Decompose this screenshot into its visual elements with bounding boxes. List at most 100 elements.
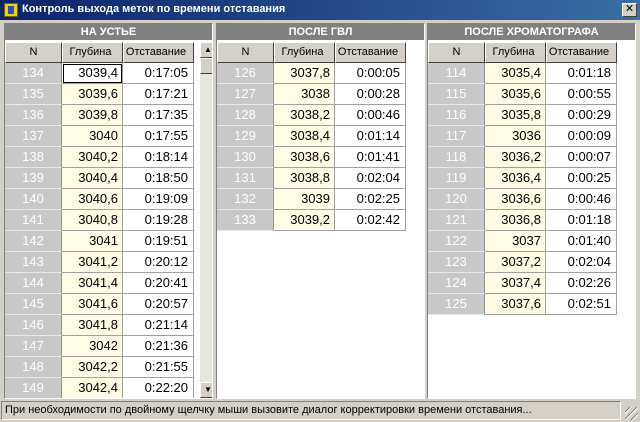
row-number[interactable]: 141 [5, 210, 62, 231]
row-number[interactable]: 114 [428, 63, 485, 84]
depth-cell[interactable]: 3041,8 [62, 315, 123, 336]
table-row[interactable]: 145 3041,6 0:20:57 [5, 294, 194, 315]
depth-cell[interactable]: 3037,8 [274, 63, 335, 84]
row-number[interactable]: 145 [5, 294, 62, 315]
lag-cell[interactable]: 0:00:05 [335, 63, 406, 84]
table-row[interactable]: 138 3040,2 0:18:14 [5, 147, 194, 168]
row-number[interactable]: 140 [5, 189, 62, 210]
table-row[interactable]: 114 3035,4 0:01:18 [428, 63, 617, 84]
scroll-down-arrow-icon[interactable]: ▼ [200, 382, 212, 398]
depth-cell[interactable]: 3041,4 [62, 273, 123, 294]
column-header-lag[interactable]: Отставание [123, 42, 194, 63]
table-row[interactable]: 125 3037,6 0:02:51 [428, 294, 617, 315]
depth-cell[interactable]: 3036,6 [485, 189, 546, 210]
lag-cell[interactable]: 0:19:28 [123, 210, 194, 231]
depth-cell[interactable]: 3039,8 [62, 105, 123, 126]
table-row[interactable]: 123 3037,2 0:02:04 [428, 252, 617, 273]
row-number[interactable]: 131 [217, 168, 274, 189]
column-header-lag[interactable]: Отставание [546, 42, 617, 63]
table-row[interactable]: 140 3040,6 0:19:09 [5, 189, 194, 210]
lag-cell[interactable]: 0:20:41 [123, 273, 194, 294]
depth-cell[interactable]: 3036 [485, 126, 546, 147]
depth-cell[interactable]: 3037,4 [485, 273, 546, 294]
row-number[interactable]: 147 [5, 336, 62, 357]
lag-cell[interactable]: 0:02:04 [546, 252, 617, 273]
lag-cell[interactable]: 0:01:40 [546, 231, 617, 252]
table-row[interactable]: 116 3035,8 0:00:29 [428, 105, 617, 126]
vertical-scrollbar[interactable]: ▲ ▼ [200, 42, 212, 398]
depth-cell[interactable]: 3038,2 [274, 105, 335, 126]
depth-cell[interactable]: 3038,8 [274, 168, 335, 189]
table-row[interactable]: 129 3038,4 0:01:14 [217, 126, 406, 147]
lag-cell[interactable]: 0:00:46 [335, 105, 406, 126]
scroll-up-arrow-icon[interactable]: ▲ [200, 42, 212, 58]
row-number[interactable]: 142 [5, 231, 62, 252]
row-number[interactable]: 126 [217, 63, 274, 84]
table-row[interactable]: 136 3039,8 0:17:35 [5, 105, 194, 126]
depth-cell[interactable]: 3035,8 [485, 105, 546, 126]
table-row[interactable]: 137 3040 0:17:55 [5, 126, 194, 147]
lag-cell[interactable]: 0:00:55 [546, 84, 617, 105]
depth-cell[interactable]: 3039,4 [62, 63, 123, 84]
row-number[interactable]: 130 [217, 147, 274, 168]
lag-cell[interactable]: 0:02:25 [335, 189, 406, 210]
close-button[interactable]: ✕ [622, 3, 637, 17]
row-number[interactable]: 116 [428, 105, 485, 126]
lag-cell[interactable]: 0:02:42 [335, 210, 406, 231]
table-row[interactable]: 135 3039,6 0:17:21 [5, 84, 194, 105]
depth-cell[interactable]: 3041 [62, 231, 123, 252]
column-header-depth[interactable]: Глубина [485, 42, 546, 63]
row-number[interactable]: 125 [428, 294, 485, 315]
resize-grip-icon[interactable] [625, 407, 638, 420]
lag-cell[interactable]: 0:19:51 [123, 231, 194, 252]
table-row[interactable]: 126 3037,8 0:00:05 [217, 63, 406, 84]
table-row[interactable]: 149 3042,4 0:22:20 [5, 378, 194, 398]
row-number[interactable]: 119 [428, 168, 485, 189]
table-row[interactable]: 120 3036,6 0:00:46 [428, 189, 617, 210]
row-number[interactable]: 135 [5, 84, 62, 105]
lag-cell[interactable]: 0:00:46 [546, 189, 617, 210]
lag-cell[interactable]: 0:20:57 [123, 294, 194, 315]
row-number[interactable]: 143 [5, 252, 62, 273]
lag-cell[interactable]: 0:21:55 [123, 357, 194, 378]
depth-cell[interactable]: 3036,2 [485, 147, 546, 168]
table-row[interactable]: 141 3040,8 0:19:28 [5, 210, 194, 231]
row-number[interactable]: 118 [428, 147, 485, 168]
row-number[interactable]: 132 [217, 189, 274, 210]
row-number[interactable]: 117 [428, 126, 485, 147]
table-row[interactable]: 134 3039,4 0:17:05 [5, 63, 194, 84]
lag-cell[interactable]: 0:00:29 [546, 105, 617, 126]
depth-cell[interactable]: 3042,4 [62, 378, 123, 398]
lag-cell[interactable]: 0:17:05 [123, 63, 194, 84]
depth-cell[interactable]: 3040,6 [62, 189, 123, 210]
table-row[interactable]: 139 3040,4 0:18:50 [5, 168, 194, 189]
table-row[interactable]: 131 3038,8 0:02:04 [217, 168, 406, 189]
depth-cell[interactable]: 3038,4 [274, 126, 335, 147]
depth-cell[interactable]: 3036,4 [485, 168, 546, 189]
table-row[interactable]: 119 3036,4 0:00:25 [428, 168, 617, 189]
depth-cell[interactable]: 3042,2 [62, 357, 123, 378]
depth-cell[interactable]: 3037 [485, 231, 546, 252]
row-number[interactable]: 149 [5, 378, 62, 398]
depth-cell[interactable]: 3039,6 [62, 84, 123, 105]
table-row[interactable]: 117 3036 0:00:09 [428, 126, 617, 147]
table-row[interactable]: 122 3037 0:01:40 [428, 231, 617, 252]
lag-cell[interactable]: 0:01:18 [546, 63, 617, 84]
table-row[interactable]: 146 3041,8 0:21:14 [5, 315, 194, 336]
depth-cell[interactable]: 3041,6 [62, 294, 123, 315]
table-row[interactable]: 133 3039,2 0:02:42 [217, 210, 406, 231]
lag-cell[interactable]: 0:00:07 [546, 147, 617, 168]
row-number[interactable]: 148 [5, 357, 62, 378]
column-header-depth[interactable]: Глубина [62, 42, 123, 63]
table-row[interactable]: 130 3038,6 0:01:41 [217, 147, 406, 168]
lag-cell[interactable]: 0:01:18 [546, 210, 617, 231]
data-grid[interactable]: N Глубина Отставание 126 3037,8 0:00:05 127 303… [217, 42, 406, 231]
lag-cell[interactable]: 0:00:25 [546, 168, 617, 189]
data-grid[interactable]: N Глубина Отставание 134 3039,4 0:17:05 135 303… [5, 42, 194, 398]
depth-cell[interactable]: 3040,4 [62, 168, 123, 189]
lag-cell[interactable]: 0:21:14 [123, 315, 194, 336]
table-row[interactable]: 124 3037,4 0:02:26 [428, 273, 617, 294]
depth-cell[interactable]: 3041,2 [62, 252, 123, 273]
column-header-depth[interactable]: Глубина [274, 42, 335, 63]
depth-cell[interactable]: 3038 [274, 84, 335, 105]
